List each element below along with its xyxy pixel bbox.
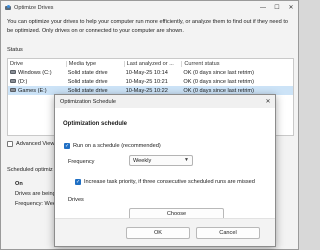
drive-icon xyxy=(10,79,16,84)
run-on-schedule-label: Run on a schedule (recommended) xyxy=(73,143,161,149)
status-label: Status xyxy=(7,47,23,53)
chevron-down-icon: ▼ xyxy=(184,157,189,163)
drive-name: Windows (C:) xyxy=(18,69,52,76)
schedule-frequency-text: Frequency: Week xyxy=(15,201,59,207)
minimize-button[interactable]: — xyxy=(256,1,270,14)
advanced-view-checkbox[interactable]: Advanced View xyxy=(7,141,54,147)
last-analyzed: 10-May-25 10:14 xyxy=(125,69,168,76)
table-row[interactable]: Windows (C:) Solid state drive 10-May-25… xyxy=(8,68,293,77)
advanced-view-label: Advanced View xyxy=(16,141,55,147)
title-bar: Optimize Drives xyxy=(1,1,298,14)
dialog-heading: Optimization schedule xyxy=(63,121,128,127)
frequency-select[interactable]: Weekly ▼ xyxy=(129,155,193,166)
frequency-value: Weekly xyxy=(133,157,152,164)
frequency-label: Frequency xyxy=(68,159,95,165)
schedule-state: On xyxy=(15,181,23,187)
schedule-drives-text: Drives are being xyxy=(15,191,56,197)
drive-icon xyxy=(10,70,16,75)
increase-priority-label: Increase task priority, if three consecu… xyxy=(84,179,255,185)
media-type: Solid state drive xyxy=(67,69,108,76)
drive-icon xyxy=(10,88,16,93)
drive-name: (D:) xyxy=(18,78,28,85)
column-header-last-analyzed[interactable]: Last analyzed or ... xyxy=(123,60,182,67)
dialog-footer: OK Cancel xyxy=(55,218,275,246)
checkbox-box[interactable] xyxy=(7,141,13,147)
drives-label: Drives xyxy=(68,197,84,203)
media-type: Solid state drive xyxy=(67,87,108,94)
close-button[interactable]: ✕ xyxy=(284,1,298,14)
cancel-button[interactable]: Cancel xyxy=(196,227,260,239)
optimization-schedule-dialog: Optimization Schedule ✕ Optimization sch… xyxy=(54,94,276,247)
dialog-title-bar: Optimization Schedule xyxy=(55,95,275,108)
drive-name: Games (E:) xyxy=(18,87,47,94)
column-header-drive[interactable]: Drive xyxy=(8,61,66,67)
window-title: Optimize Drives xyxy=(14,4,54,11)
checkbox-checked-icon[interactable]: ✓ xyxy=(75,179,81,185)
dialog-close-button[interactable]: ✕ xyxy=(261,95,275,108)
last-analyzed: 10-May-25 10:21 xyxy=(125,78,168,85)
defrag-app-icon xyxy=(5,4,11,11)
run-on-schedule-checkbox[interactable]: ✓ Run on a schedule (recommended) xyxy=(64,143,161,149)
checkbox-checked-icon[interactable]: ✓ xyxy=(64,143,70,149)
scheduled-optimization-label: Scheduled optimiz xyxy=(7,167,53,173)
dialog-title: Optimization Schedule xyxy=(60,98,116,105)
ok-button[interactable]: OK xyxy=(126,227,190,239)
current-status: OK (0 days since last retrim) xyxy=(183,87,254,94)
list-header: Drive Media type Last analyzed or ... Cu… xyxy=(8,59,293,68)
table-row[interactable]: (D:) Solid state drive 10-May-25 10:21 O… xyxy=(8,77,293,86)
media-type: Solid state drive xyxy=(67,78,108,85)
intro-text: You can optimize your drives to help you… xyxy=(7,19,288,34)
column-header-media-type[interactable]: Media type xyxy=(65,60,124,67)
current-status: OK (0 days since last retrim) xyxy=(183,69,254,76)
column-header-current-status[interactable]: Current status xyxy=(181,60,293,67)
last-analyzed: 10-May-25 10:22 xyxy=(125,87,168,94)
current-status: OK (0 days since last retrim) xyxy=(183,78,254,85)
increase-priority-checkbox[interactable]: ✓ Increase task priority, if three conse… xyxy=(75,179,255,185)
maximize-button[interactable]: ☐ xyxy=(270,1,284,14)
